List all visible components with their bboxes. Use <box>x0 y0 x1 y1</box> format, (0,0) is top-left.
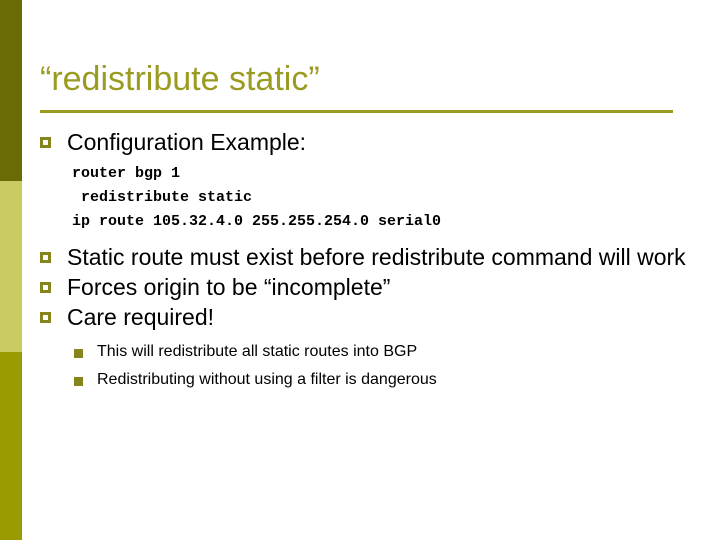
sidebar-band-bottom <box>0 352 22 540</box>
hollow-square-bullet-icon <box>40 137 51 148</box>
sub-bullet-label: Redistributing without using a filter is… <box>97 371 437 388</box>
bullet-list-sub: This will redistribute all static routes… <box>74 341 690 391</box>
sidebar-band-top <box>0 0 22 181</box>
code-line: ip route 105.32.4.0 255.255.254.0 serial… <box>72 213 442 230</box>
bullet-label: Configuration Example: <box>67 129 307 155</box>
filled-square-bullet-icon <box>74 377 83 386</box>
hollow-square-bullet-icon <box>40 252 51 263</box>
hollow-square-bullet-icon <box>40 282 51 293</box>
bullet-item-care-required: Care required! <box>40 303 690 332</box>
bullet-label: Static route must exist before redistrib… <box>67 244 686 270</box>
sub-bullet-label: This will redistribute all static routes… <box>97 343 418 360</box>
bullet-label: Forces origin to be “incomplete” <box>67 274 391 300</box>
hollow-square-bullet-icon <box>40 312 51 323</box>
sidebar-band-middle <box>0 181 22 352</box>
bullet-label: Care required! <box>67 304 215 330</box>
filled-square-bullet-icon <box>74 349 83 358</box>
bullet-item-configuration-example: Configuration Example: <box>40 128 690 157</box>
slide-title: “redistribute static” <box>40 60 320 98</box>
slide-body: Configuration Example: router bgp 1 redi… <box>40 128 690 391</box>
bullet-item-forces-origin: Forces origin to be “incomplete” <box>40 273 690 302</box>
bullet-list-main: Static route must exist before redistrib… <box>40 243 690 332</box>
code-line: redistribute static <box>72 189 253 206</box>
sidebar-decoration <box>0 0 22 540</box>
bullet-item-static-route-must-exist: Static route must exist before redistrib… <box>40 243 690 272</box>
code-line: router bgp 1 <box>72 165 181 182</box>
sub-bullet-item-redistribute-all-static-routes: This will redistribute all static routes… <box>74 341 690 363</box>
sub-bullet-item-filter-is-dangerous: Redistributing without using a filter is… <box>74 369 690 391</box>
slide-canvas: “redistribute static” Configuration Exam… <box>0 0 720 540</box>
title-underline-rule <box>40 110 673 113</box>
code-block: router bgp 1 redistribute static ip rout… <box>72 162 690 234</box>
